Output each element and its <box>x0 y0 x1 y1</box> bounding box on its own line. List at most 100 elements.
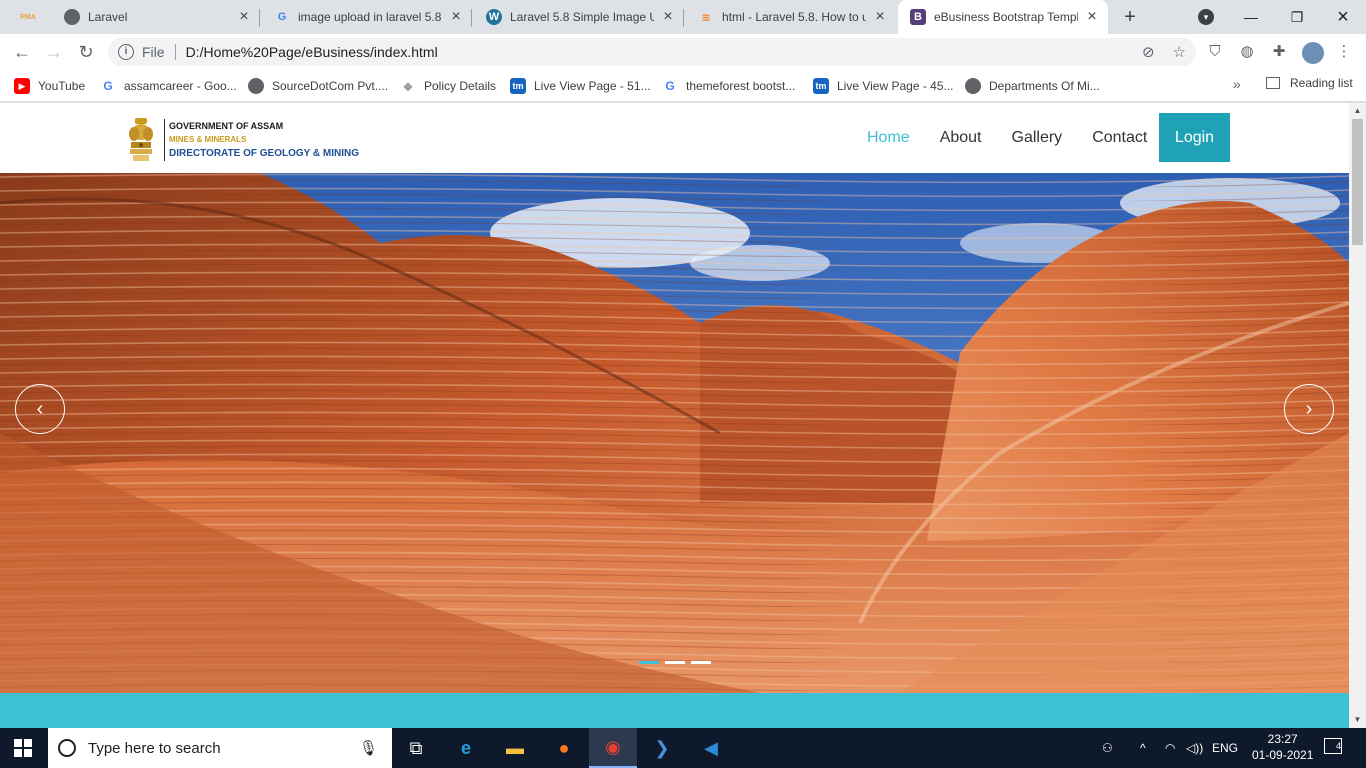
slide-indicator-3[interactable] <box>691 661 711 664</box>
logo-text: GOVERNMENT OF ASSAM MINES & MINERALS DIR… <box>164 119 359 161</box>
bookmark-label: Departments Of Mi... <box>989 79 1100 93</box>
tab-stackoverflow[interactable]: ≋ html - Laravel 5.8. How to u × <box>686 0 896 34</box>
close-tab-icon[interactable]: × <box>660 9 676 25</box>
address-bar[interactable]: i File D:/Home%20Page/eBusiness/index.ht… <box>108 38 1196 66</box>
google-icon: G <box>103 79 113 93</box>
globe-icon <box>965 78 981 94</box>
taskbar-search[interactable]: Type here to search 🎙 <box>48 728 392 768</box>
file-explorer-icon[interactable]: ▬ <box>491 728 539 768</box>
close-tab-icon[interactable]: × <box>448 9 464 25</box>
bookmark-label: SourceDotCom Pvt.... <box>272 79 389 93</box>
reload-icon[interactable]: ↻ <box>74 40 98 64</box>
bookmark-policy[interactable]: ◆ Policy Details <box>400 76 496 96</box>
reading-list-button[interactable]: Reading list <box>1266 76 1353 90</box>
tab-search-icon[interactable]: ▾ <box>1198 9 1214 25</box>
task-view-icon[interactable]: ⧉ <box>392 728 440 768</box>
cortana-icon <box>58 739 76 757</box>
firefox-icon[interactable]: ● <box>540 728 588 768</box>
new-tab-button[interactable]: + <box>1118 5 1142 29</box>
bookmark-themeforest[interactable]: G themeforest bootst... <box>662 76 795 96</box>
close-tab-icon[interactable]: × <box>872 9 888 25</box>
more-bookmarks-icon[interactable]: » <box>1233 76 1241 92</box>
eye-off-icon[interactable]: ⊘ <box>1142 43 1155 61</box>
system-clock[interactable]: 23:27 01-09-2021 <box>1252 731 1313 763</box>
people-icon[interactable]: ⚇ <box>1102 728 1113 768</box>
bookmark-liveview-51[interactable]: tm Live View Page - 51... <box>510 76 651 96</box>
bookmark-star-icon[interactable]: ☆ <box>1173 43 1186 61</box>
slider-indicators <box>639 661 711 664</box>
stackoverflow-icon: ≋ <box>701 11 711 24</box>
nav-gallery[interactable]: Gallery <box>1012 129 1063 147</box>
bookmark-youtube[interactable]: ▶ YouTube <box>14 76 85 96</box>
forward-icon[interactable]: → <box>42 40 66 64</box>
edge-icon[interactable]: e <box>442 728 490 768</box>
page-scrollbar[interactable]: ▲ ▼ <box>1349 103 1366 728</box>
bookmark-sourcedotcom[interactable]: SourceDotCom Pvt.... <box>248 76 388 96</box>
microphone-icon[interactable]: 🎙 <box>359 739 378 757</box>
pma-icon: PMA <box>20 13 36 21</box>
slider-prev-button[interactable]: ‹ <box>15 384 65 434</box>
tab-ebusiness[interactable]: B eBusiness Bootstrap Templa × <box>898 0 1108 34</box>
nav-home[interactable]: Home <box>867 129 910 147</box>
themeforest-icon: tm <box>510 78 526 94</box>
scroll-up-icon[interactable]: ▲ <box>1349 103 1366 119</box>
site-info-icon[interactable]: i <box>118 44 134 60</box>
back-icon[interactable]: ← <box>10 40 34 64</box>
nav-about[interactable]: About <box>940 129 982 147</box>
login-button[interactable]: Login <box>1159 113 1230 162</box>
clock-time: 23:27 <box>1267 732 1298 746</box>
slider-next-button[interactable]: › <box>1284 384 1334 434</box>
profile-avatar[interactable] <box>1302 42 1324 64</box>
menu-icon[interactable]: ⋮ <box>1334 42 1354 62</box>
tab-google-search[interactable]: G image upload in laravel 5.8 × <box>262 0 472 34</box>
slide-indicator-1[interactable] <box>639 661 659 664</box>
logo-line-mines: MINES & MINERALS <box>169 135 247 144</box>
close-tab-icon[interactable]: × <box>1084 9 1100 25</box>
url-scheme: File <box>142 44 165 60</box>
windows-start-icon[interactable] <box>14 739 32 757</box>
close-tab-icon[interactable]: × <box>236 9 252 25</box>
tab-wordpress[interactable]: W Laravel 5.8 Simple Image Up × <box>474 0 684 34</box>
restore-icon[interactable]: ❐ <box>1274 0 1320 34</box>
volume-icon[interactable]: ◁)) <box>1186 728 1203 768</box>
youtube-icon: ▶ <box>14 78 30 94</box>
notification-icon[interactable]: 4 <box>1324 738 1342 754</box>
reading-list-icon <box>1266 77 1280 89</box>
tray-chevron-icon[interactable]: ^ <box>1140 728 1146 768</box>
tab-pma[interactable]: PMA <box>8 0 52 34</box>
bookmark-assamcareer[interactable]: G assamcareer - Goo... <box>100 76 236 96</box>
shield-extension-icon[interactable]: ⛉ <box>1205 42 1225 62</box>
globe-icon <box>248 78 264 94</box>
bookmark-label: YouTube <box>38 79 86 93</box>
bookmark-liveview-45[interactable]: tm Live View Page - 45... <box>813 76 954 96</box>
hero-slider: ‹ › <box>0 173 1349 693</box>
site-logo[interactable]: GOVERNMENT OF ASSAM MINES & MINERALS DIR… <box>126 116 359 164</box>
url-text[interactable]: D:/Home%20Page/eBusiness/index.html <box>186 44 438 60</box>
emblem-icon <box>129 118 153 161</box>
nav-contact[interactable]: Contact <box>1092 129 1147 147</box>
browser-toolbar: ← → ↻ i File D:/Home%20Page/eBusiness/in… <box>0 34 1366 70</box>
chrome-icon[interactable]: ◉ <box>589 728 637 768</box>
scroll-thumb[interactable] <box>1352 119 1363 245</box>
bookmark-label: Policy Details <box>424 79 497 93</box>
vscode-icon[interactable]: ◀ <box>687 728 735 768</box>
language-indicator[interactable]: ENG <box>1212 728 1238 768</box>
logo-line-government: GOVERNMENT OF ASSAM <box>169 121 284 131</box>
powershell-icon[interactable]: ❯ <box>638 728 686 768</box>
network-icon[interactable]: ◠ <box>1165 728 1175 768</box>
tab-title: eBusiness Bootstrap Templa <box>934 10 1078 24</box>
extension-icon[interactable]: ◍ <box>1237 42 1257 62</box>
close-window-icon[interactable]: × <box>1320 0 1366 34</box>
tab-laravel[interactable]: Laravel × <box>52 0 260 34</box>
minimize-icon[interactable]: — <box>1228 0 1274 34</box>
tab-strip: PMA Laravel × G image upload in laravel … <box>0 0 1366 34</box>
tab-title: html - Laravel 5.8. How to u <box>722 10 866 24</box>
puzzle-icon[interactable]: ✚ <box>1269 42 1289 62</box>
tab-title: image upload in laravel 5.8 <box>298 10 442 24</box>
chevron-left-icon: ‹ <box>36 397 44 420</box>
slide-indicator-2[interactable] <box>665 661 685 664</box>
tab-title: Laravel <box>88 10 128 24</box>
chevron-right-icon: › <box>1305 397 1313 420</box>
scroll-down-icon[interactable]: ▼ <box>1349 712 1366 728</box>
bookmark-departments[interactable]: Departments Of Mi... <box>965 76 1100 96</box>
